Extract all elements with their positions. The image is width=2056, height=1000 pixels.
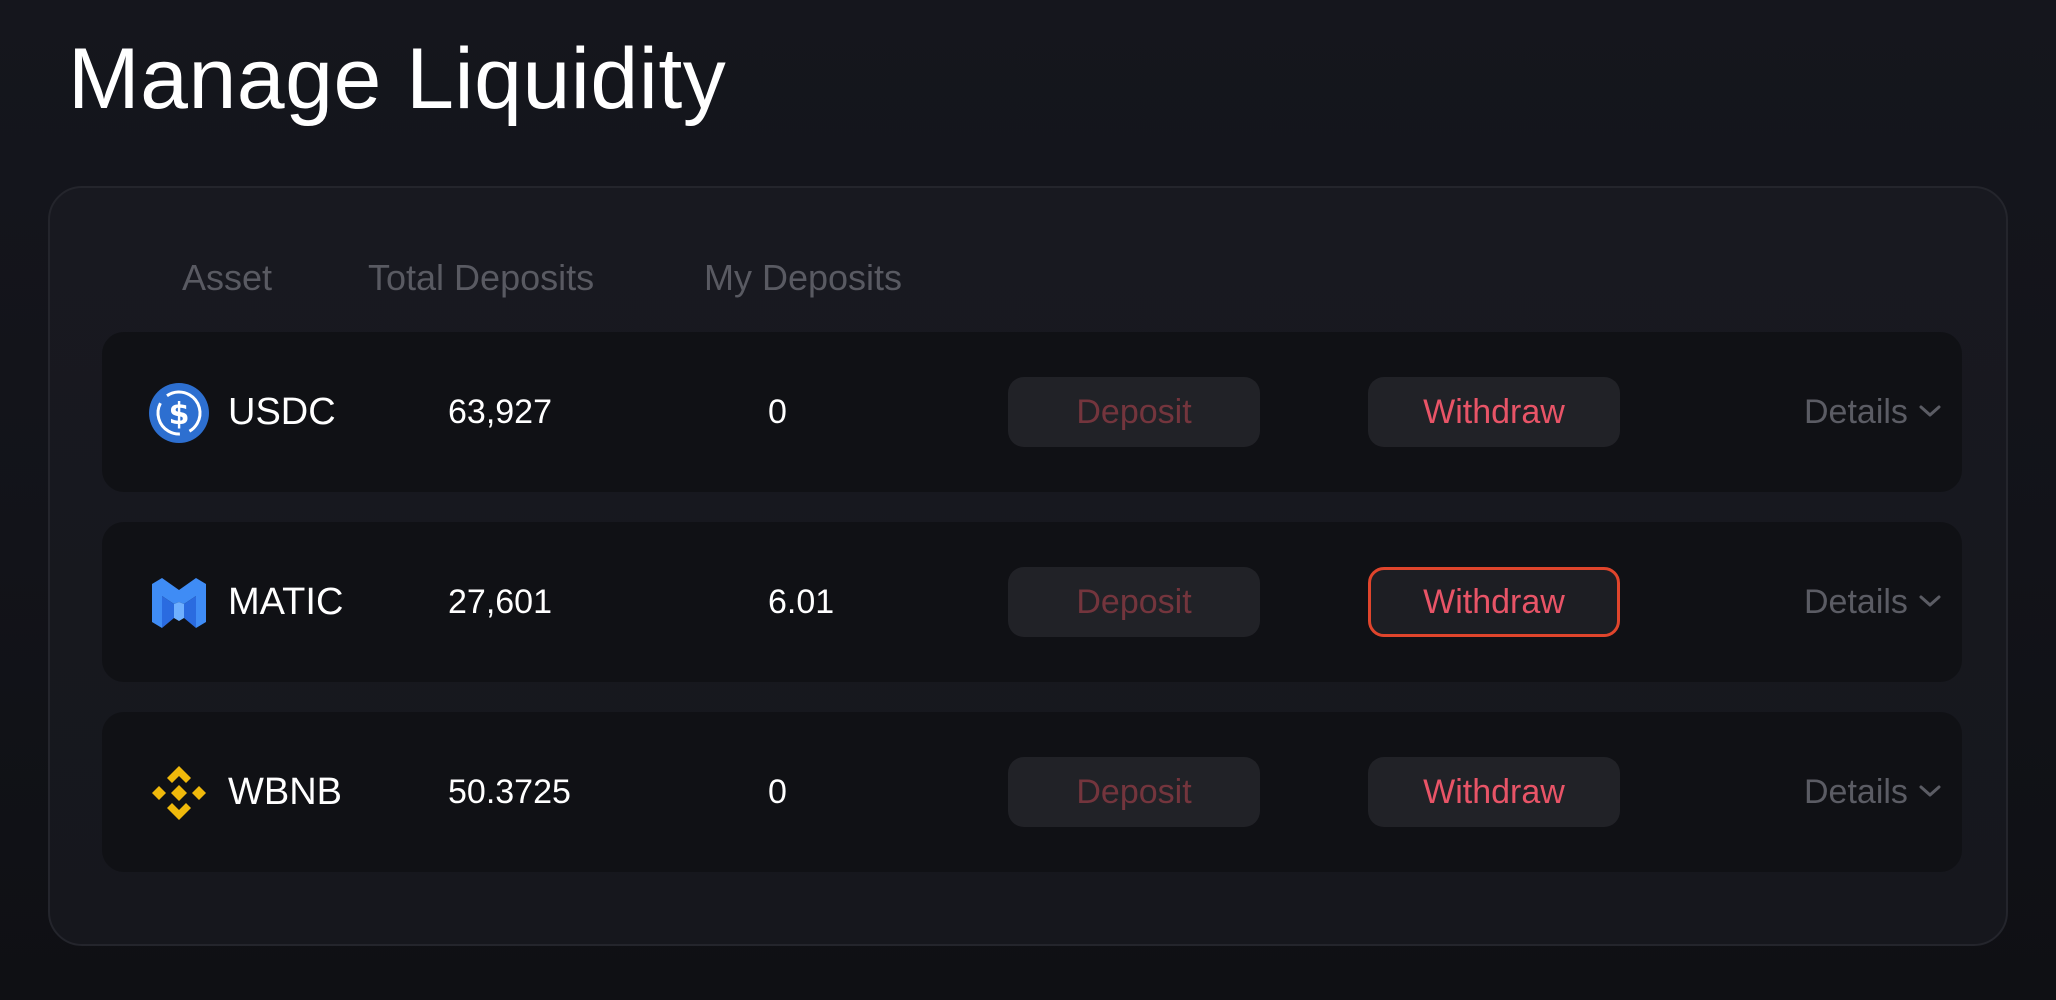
deposit-button[interactable]: Deposit bbox=[1008, 377, 1260, 447]
liquidity-table-panel: Asset Total Deposits My Deposits $ USDC … bbox=[48, 186, 2008, 946]
details-toggle[interactable]: Details bbox=[1804, 332, 1942, 492]
total-deposits-value: 50.3725 bbox=[448, 773, 571, 811]
svg-text:$: $ bbox=[169, 397, 190, 432]
deposit-button[interactable]: Deposit bbox=[1008, 757, 1260, 827]
column-header-asset: Asset bbox=[182, 257, 273, 298]
matic-icon bbox=[148, 572, 210, 634]
table-header: Asset Total Deposits My Deposits bbox=[50, 248, 2006, 308]
my-deposits-value: 0 bbox=[768, 393, 787, 431]
table-row-usdc: $ USDC 63,927 0 Deposit Withdraw Details bbox=[102, 332, 1962, 492]
chevron-down-icon bbox=[1919, 405, 1941, 417]
withdraw-button[interactable]: Withdraw bbox=[1368, 377, 1620, 447]
column-header-total-deposits: Total Deposits bbox=[368, 257, 595, 298]
wbnb-icon bbox=[148, 762, 210, 824]
details-label: Details bbox=[1804, 393, 1908, 431]
asset-symbol: MATIC bbox=[228, 581, 344, 623]
page-title: Manage Liquidity bbox=[68, 31, 727, 127]
my-deposits-value: 0 bbox=[768, 773, 787, 811]
total-deposits-value: 63,927 bbox=[448, 393, 552, 431]
details-label: Details bbox=[1804, 583, 1908, 621]
my-deposits-value: 6.01 bbox=[768, 583, 835, 621]
asset-symbol: WBNB bbox=[228, 771, 342, 813]
withdraw-button[interactable]: Withdraw bbox=[1368, 567, 1620, 637]
deposit-button[interactable]: Deposit bbox=[1008, 567, 1260, 637]
table-row-wbnb: WBNB 50.3725 0 Deposit Withdraw Details bbox=[102, 712, 1962, 872]
details-label: Details bbox=[1804, 773, 1908, 811]
column-header-my-deposits: My Deposits bbox=[704, 257, 903, 298]
total-deposits-value: 27,601 bbox=[448, 583, 552, 621]
details-toggle[interactable]: Details bbox=[1804, 712, 1942, 872]
asset-symbol: USDC bbox=[228, 391, 336, 433]
chevron-down-icon bbox=[1919, 595, 1941, 607]
withdraw-button[interactable]: Withdraw bbox=[1368, 757, 1620, 827]
details-toggle[interactable]: Details bbox=[1804, 522, 1942, 682]
usdc-icon: $ bbox=[148, 382, 210, 444]
chevron-down-icon bbox=[1919, 785, 1941, 797]
table-row-matic: MATIC 27,601 6.01 Deposit Withdraw Detai… bbox=[102, 522, 1962, 682]
